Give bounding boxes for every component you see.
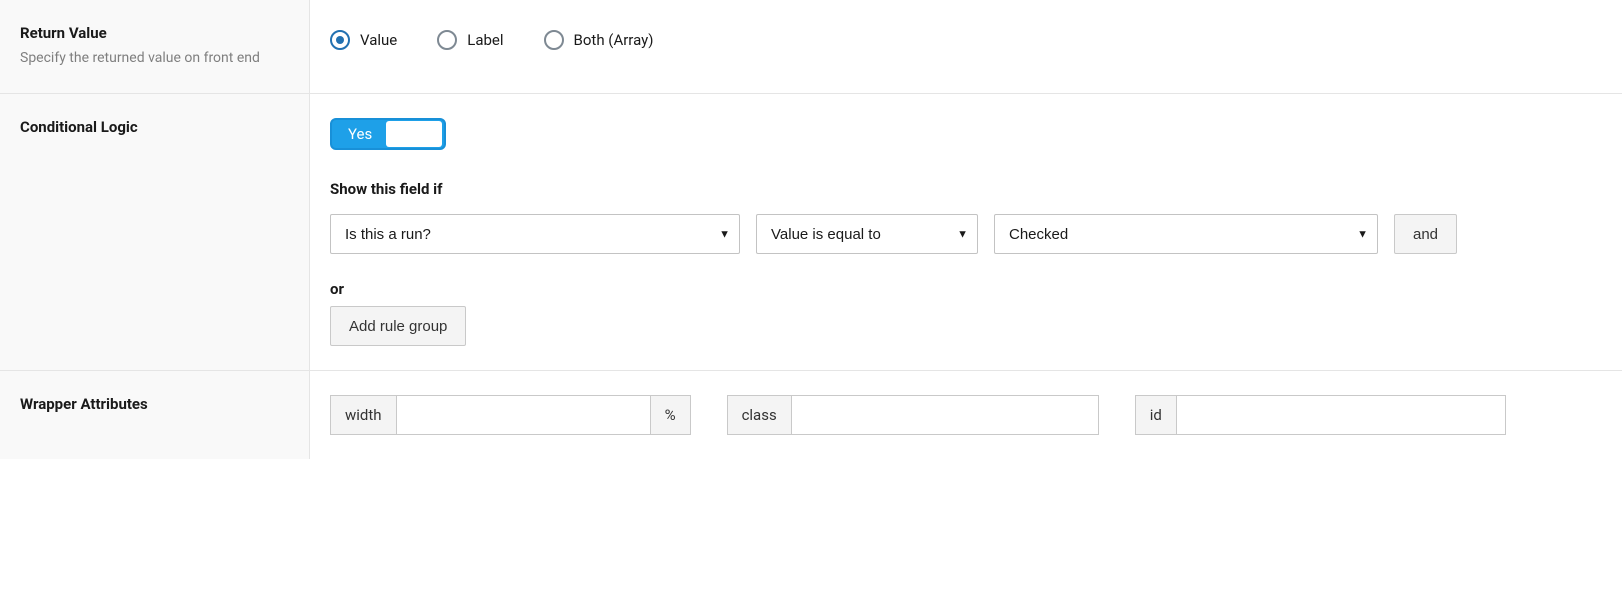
toggle-handle-icon [386,121,442,147]
wrapper-attrs-group: width % class id [330,395,1602,435]
conditional-heading: Show this field if [330,180,1602,198]
width-suffix: % [651,395,691,435]
radio-circle-icon [544,30,564,50]
conditional-logic-input-cell: Yes Show this field if Is this a run? ▼ … [310,94,1622,370]
id-label: id [1135,395,1176,435]
class-input[interactable] [791,395,1099,435]
rule-value-select-wrap: Checked ▼ [994,214,1378,254]
return-value-label-cell: Return Value Specify the returned value … [0,0,310,93]
conditional-logic-label-cell: Conditional Logic [0,94,310,370]
wrapper-attributes-label-cell: Wrapper Attributes [0,371,310,459]
rule-row: Is this a run? ▼ Value is equal to ▼ Che… [330,214,1602,254]
radio-circle-icon [330,30,350,50]
conditional-logic-title: Conditional Logic [20,118,289,136]
radio-value-label: Value [360,31,397,49]
rule-field-select-wrap: Is this a run? ▼ [330,214,740,254]
width-input-group: width % [330,395,691,435]
rule-value-select[interactable]: Checked [994,214,1378,254]
wrapper-attributes-title: Wrapper Attributes [20,395,289,413]
return-value-row: Return Value Specify the returned value … [0,0,1622,93]
radio-label[interactable]: Label [437,30,503,50]
wrapper-attributes-row: Wrapper Attributes width % class id [0,370,1622,459]
id-input-group: id [1135,395,1506,435]
and-button[interactable]: and [1394,214,1457,254]
width-label: width [330,395,396,435]
id-input[interactable] [1176,395,1506,435]
conditional-logic-toggle[interactable]: Yes [330,118,446,150]
toggle-yes-label: Yes [332,125,386,143]
or-label: or [330,280,1602,298]
return-value-radio-group: Value Label Both (Array) [330,24,1602,50]
conditional-logic-row: Conditional Logic Yes Show this field if… [0,93,1622,370]
add-rule-group-button[interactable]: Add rule group [330,306,466,346]
radio-both[interactable]: Both (Array) [544,30,654,50]
wrapper-attributes-input-cell: width % class id [310,371,1622,459]
rule-field-select[interactable]: Is this a run? [330,214,740,254]
rule-operator-select-wrap: Value is equal to ▼ [756,214,978,254]
rule-operator-select[interactable]: Value is equal to [756,214,978,254]
radio-circle-icon [437,30,457,50]
radio-both-label: Both (Array) [574,31,654,49]
conditional-rules-section: Show this field if Is this a run? ▼ Valu… [330,180,1602,346]
return-value-description: Specify the returned value on front end [20,48,289,69]
class-input-group: class [727,395,1099,435]
return-value-input-cell: Value Label Both (Array) [310,0,1622,93]
class-label: class [727,395,791,435]
radio-value[interactable]: Value [330,30,397,50]
width-input[interactable] [396,395,651,435]
radio-label-label: Label [467,31,503,49]
return-value-title: Return Value [20,24,289,42]
